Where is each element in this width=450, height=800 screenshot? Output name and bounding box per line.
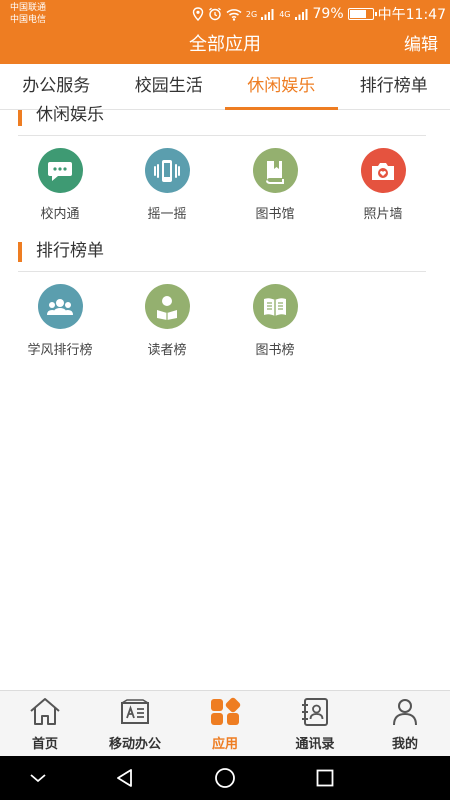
recents-button[interactable] — [295, 756, 355, 800]
reader-icon — [144, 284, 190, 329]
people-group-icon — [37, 284, 83, 329]
carrier-2: 中国电信 — [10, 15, 47, 25]
status-indicators: 2G 4G 79% 中午11:47 — [192, 5, 446, 23]
app-header: 全部应用 编辑 — [0, 28, 450, 64]
network-type-1: 2G — [245, 9, 258, 19]
nav-mobile-office[interactable]: 移动办公 — [90, 691, 180, 756]
nav-profile[interactable]: 我的 — [360, 691, 450, 756]
back-triangle-icon — [117, 769, 132, 787]
section-title: 休闲娱乐 — [36, 105, 104, 125]
user-icon — [360, 695, 450, 729]
app-label: 学风排行榜 — [27, 343, 93, 358]
wifi-icon — [226, 8, 242, 21]
nav-label: 通讯录 — [295, 737, 335, 752]
nav-label: 首页 — [31, 737, 58, 752]
home-circle-icon — [215, 768, 235, 788]
back-button[interactable] — [95, 756, 155, 800]
nav-home[interactable]: 首页 — [0, 691, 90, 756]
contacts-icon — [270, 695, 360, 729]
clock: 中午11:47 — [377, 7, 446, 23]
app-grid: 学风排行榜 读者榜 图书榜 — [0, 284, 450, 360]
chat-bubble-icon — [37, 148, 83, 193]
section-header: 排行榜单 — [18, 232, 426, 272]
app-label: 读者榜 — [147, 343, 187, 358]
section-marker — [18, 110, 22, 126]
section-header: 休闲娱乐 — [18, 100, 426, 136]
app-label: 图书榜 — [255, 343, 295, 358]
section-marker — [18, 242, 22, 262]
carrier-1: 中国联通 — [10, 3, 47, 13]
id-card-icon — [90, 695, 180, 729]
nav-label: 我的 — [391, 737, 418, 752]
app-book-ranking[interactable]: 图书榜 — [230, 284, 320, 358]
signal-icon — [294, 9, 308, 20]
status-bar: 中国联通 中国电信 2G 4G 79% 中午11:47 — [0, 0, 450, 28]
page-title: 全部应用 — [189, 34, 261, 55]
app-grid: 校内通 摇一摇 图书馆 照片墙 — [0, 148, 450, 224]
alarm-icon — [208, 7, 221, 21]
home-button[interactable] — [195, 756, 255, 800]
network-type-2: 4G — [279, 9, 291, 19]
camera-icon — [360, 148, 406, 193]
app-label: 照片墙 — [363, 207, 403, 222]
edit-button[interactable]: 编辑 — [404, 28, 438, 62]
apps-grid-icon — [180, 695, 270, 729]
app-label: 图书馆 — [255, 207, 295, 222]
carrier-info: 中国联通 中国电信 — [10, 2, 46, 26]
app-campus-chat[interactable]: 校内通 — [15, 148, 105, 222]
chevron-down-icon — [30, 774, 46, 783]
app-photo-wall[interactable]: 照片墙 — [338, 148, 428, 222]
nav-apps[interactable]: 应用 — [180, 691, 270, 756]
section-title: 排行榜单 — [36, 241, 104, 261]
app-label: 摇一摇 — [147, 207, 187, 222]
nav-label: 移动办公 — [108, 737, 161, 752]
app-library[interactable]: 图书馆 — [230, 148, 320, 222]
hide-nav-button[interactable] — [8, 756, 68, 800]
location-icon — [192, 7, 204, 21]
app-reader-ranking[interactable]: 读者榜 — [122, 284, 212, 358]
home-icon — [0, 695, 90, 729]
app-study-ranking[interactable]: 学风排行榜 — [15, 284, 105, 358]
bottom-nav: 首页 移动办公 应用 通讯录 我的 — [0, 690, 450, 756]
app-label: 校内通 — [40, 207, 80, 222]
nav-contacts[interactable]: 通讯录 — [270, 691, 360, 756]
nav-label: 应用 — [211, 737, 238, 752]
recents-square-icon — [316, 769, 334, 787]
signal-icon — [261, 9, 274, 20]
book-icon — [252, 148, 298, 193]
system-nav-bar — [0, 756, 450, 800]
battery-percent: 79% — [312, 6, 344, 22]
app-shake[interactable]: 摇一摇 — [122, 148, 212, 222]
battery-icon — [347, 8, 377, 20]
phone-shake-icon — [144, 148, 190, 193]
open-book-icon — [252, 284, 298, 329]
